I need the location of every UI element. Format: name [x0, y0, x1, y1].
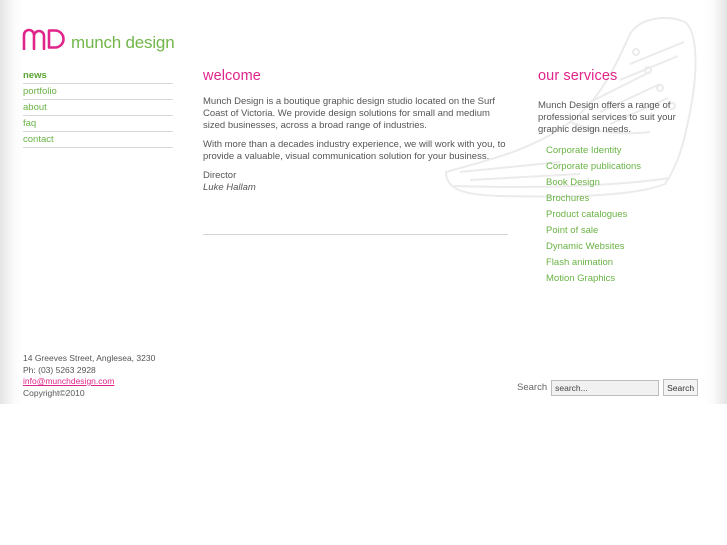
footer-email-link[interactable]: info@munchdesign.com — [23, 376, 114, 386]
nav-item-news[interactable]: news — [23, 68, 173, 84]
nav-item-contact[interactable]: contact — [23, 132, 173, 148]
welcome-paragraph-2: With more than a decades industry experi… — [203, 139, 506, 162]
footer: 14 Greeves Street, Anglesea, 3230 Ph: (0… — [23, 353, 155, 399]
search-label: Search — [517, 382, 548, 393]
welcome-paragraph-1: Munch Design is a boutique graphic desig… — [203, 96, 496, 131]
service-item: Motion Graphics — [546, 273, 616, 284]
nav-item-portfolio[interactable]: portfolio — [23, 84, 173, 100]
welcome-section: welcome Munch Design is a boutique graph… — [203, 68, 508, 194]
search-form: Search Search — [517, 379, 699, 396]
main-nav: news portfolio about faq contact — [23, 68, 173, 148]
logo-text: munch design — [71, 33, 175, 52]
service-item: Book Design — [546, 177, 600, 188]
search-input[interactable] — [551, 379, 660, 396]
service-item: Dynamic Websites — [546, 241, 625, 252]
service-item: Point of sale — [546, 225, 599, 236]
director-name: Luke Hallam — [203, 182, 256, 193]
search-button[interactable]: Search — [663, 379, 699, 396]
nav-item-faq[interactable]: faq — [23, 116, 173, 132]
services-list: Corporate Identity Corporate publication… — [546, 143, 698, 287]
footer-copyright: Copyright©2010 — [23, 387, 85, 398]
services-section: our services Munch Design offers a range… — [538, 68, 698, 287]
service-item: Brochures — [546, 193, 590, 204]
welcome-divider — [203, 234, 508, 235]
service-item: Flash animation — [546, 257, 614, 268]
service-item: Corporate publications — [546, 161, 642, 172]
logo-md-mark — [22, 28, 65, 50]
logo[interactable]: munch design — [22, 28, 175, 52]
services-intro: Munch Design offers a range of professio… — [538, 100, 676, 135]
welcome-heading: welcome — [203, 68, 261, 84]
director-title: Director — [203, 170, 237, 181]
nav-item-about[interactable]: about — [23, 100, 173, 116]
services-heading: our services — [538, 68, 618, 84]
footer-address: 14 Greeves Street, Anglesea, 3230 — [23, 353, 156, 363]
service-item: Product catalogues — [546, 209, 628, 220]
footer-phone: Ph: (03) 5263 2928 — [23, 364, 96, 375]
service-item: Corporate Identity — [546, 145, 622, 156]
